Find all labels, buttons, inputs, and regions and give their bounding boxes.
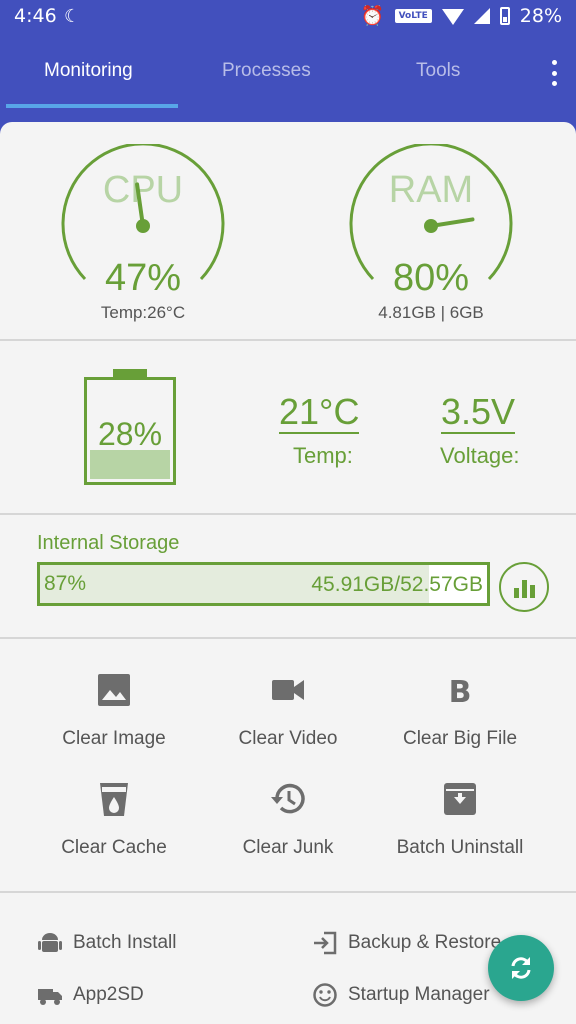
image-icon [98, 674, 130, 706]
app2sd-link[interactable]: App2SD [37, 982, 144, 1008]
tab-monitoring[interactable]: Monitoring [44, 60, 133, 82]
startup-manager-label: Startup Manager [348, 984, 490, 1005]
startup-manager-link[interactable]: Startup Manager [312, 982, 490, 1008]
status-bar: 4:46 ☾ ⏰ VoLTE 28% [0, 0, 576, 36]
divider [0, 513, 576, 515]
clear-image-button[interactable]: Clear Image [24, 670, 204, 750]
clear-video-button[interactable]: Clear Video [198, 670, 378, 750]
clear-image-label: Clear Image [62, 728, 166, 749]
battery-graphic[interactable]: 28% [84, 377, 176, 485]
tab-processes[interactable]: Processes [222, 60, 311, 82]
tab-bar: Monitoring Processes Tools [0, 36, 576, 112]
cup-icon [100, 783, 128, 816]
archive-icon [444, 783, 476, 815]
clear-big-file-label: Clear Big File [402, 728, 518, 749]
history-icon [271, 783, 305, 814]
refresh-icon [511, 957, 531, 979]
battery-status-icon [499, 6, 510, 25]
storage-amount: 45.91GB/52.57GB [311, 573, 483, 596]
battery-voltage-value: 3.5V [441, 391, 516, 434]
clear-cache-label: Clear Cache [61, 837, 167, 858]
batch-install-link[interactable]: Batch Install [37, 930, 177, 956]
volte-badge: VoLTE [394, 8, 432, 23]
tab-indicator [6, 104, 178, 108]
battery-temp-label: Temp: [293, 443, 353, 468]
clear-video-label: Clear Video [238, 728, 338, 749]
clear-junk-label: Clear Junk [242, 837, 334, 858]
battery-status-text: 28% [519, 4, 562, 27]
clear-cache-button[interactable]: Clear Cache [24, 779, 204, 859]
clear-big-file-button[interactable]: B Clear Big File [370, 670, 550, 750]
ram-label: RAM [389, 169, 473, 211]
android-icon [38, 933, 62, 952]
battery-voltage-label: Voltage: [440, 443, 520, 468]
batch-uninstall-label: Batch Uninstall [396, 837, 524, 858]
storage-percent: 87% [44, 572, 87, 595]
battery-level-fill [90, 450, 170, 479]
wifi-icon [441, 8, 464, 25]
ram-percent: 80% [392, 257, 470, 299]
monitoring-panel: CPU 47% Temp:26°C RAM 80% 4.81GB | 6GB 2… [0, 122, 576, 1024]
smiley-icon [313, 983, 337, 1007]
storage-analysis-button[interactable] [499, 562, 549, 612]
backup-restore-label: Backup & Restore [348, 932, 502, 953]
tab-tools[interactable]: Tools [416, 60, 460, 82]
do-not-disturb-icon: ☾ [64, 6, 81, 27]
storage-title: Internal Storage [37, 532, 180, 554]
import-icon [314, 931, 337, 955]
battery-temp-value: 21°C [279, 391, 360, 434]
backup-restore-link[interactable]: Backup & Restore [312, 930, 501, 956]
battery-percent: 28% [97, 416, 163, 452]
divider [0, 891, 576, 893]
status-time: 4:46 [14, 5, 57, 27]
truck-icon [38, 989, 62, 1005]
cpu-percent: 47% [104, 257, 182, 299]
ram-usage: 4.81GB | 6GB [378, 303, 484, 322]
svg-text:B: B [449, 675, 472, 710]
batch-uninstall-button[interactable]: Batch Uninstall [370, 779, 550, 859]
cpu-label: CPU [103, 169, 183, 211]
bold-b-icon: B [449, 675, 472, 710]
refresh-button[interactable] [488, 935, 554, 1001]
app2sd-label: App2SD [73, 984, 144, 1005]
video-icon [272, 680, 304, 700]
storage-bar[interactable]: 87% 45.91GB/52.57GB [37, 562, 490, 606]
clear-junk-button[interactable]: Clear Junk [198, 779, 378, 859]
battery-cap [113, 369, 147, 377]
alarm-icon: ⏰ [360, 5, 385, 27]
bar-chart-icon [513, 588, 519, 598]
batch-install-label: Batch Install [73, 932, 177, 953]
overflow-menu-icon[interactable] [550, 60, 558, 86]
divider [0, 637, 576, 639]
cpu-temp: Temp:26°C [100, 303, 186, 322]
divider [0, 339, 576, 341]
signal-icon [473, 7, 490, 24]
